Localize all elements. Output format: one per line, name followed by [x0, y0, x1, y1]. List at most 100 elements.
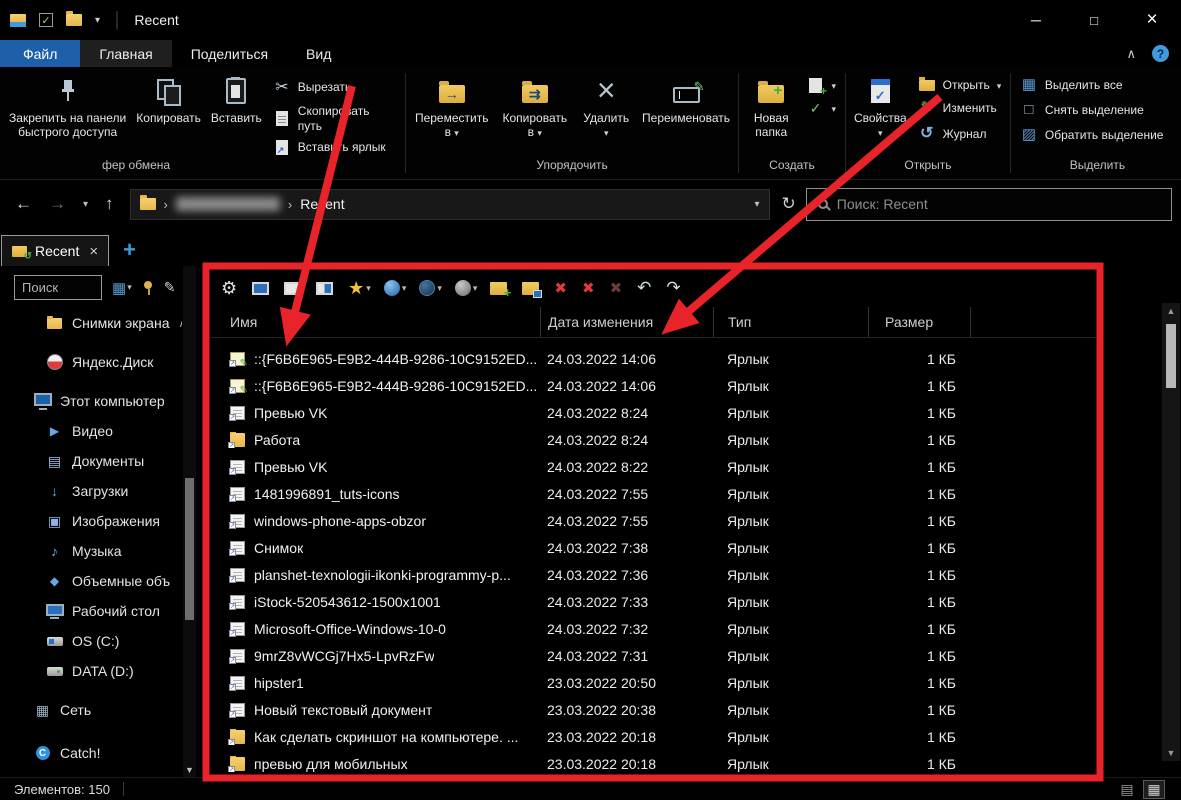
- redo-close-button[interactable]: [666, 278, 682, 298]
- view-thumbnails-button[interactable]: ▦: [1143, 779, 1165, 799]
- sidebar-item[interactable]: OS (C:): [0, 626, 182, 656]
- select-all-button[interactable]: Выделить все: [1014, 74, 1129, 96]
- tab-home[interactable]: Главная: [80, 40, 172, 67]
- globe-blue-button[interactable]: ▾: [383, 280, 406, 296]
- window-view-2-button[interactable]: [284, 281, 303, 295]
- tab-share[interactable]: Поделиться: [172, 40, 287, 67]
- sidebar-item[interactable]: Изображения: [0, 506, 182, 536]
- pin-to-quick-access-button[interactable]: Закрепить на панели быстрого доступа: [4, 72, 131, 142]
- tab-view[interactable]: Вид: [287, 40, 350, 67]
- back-icon[interactable]: ←: [15, 194, 32, 214]
- pen-button[interactable]: ✎: [164, 279, 176, 296]
- scroll-down-icon[interactable]: ▼: [1167, 745, 1176, 761]
- column-header-date[interactable]: Дата изменения: [540, 307, 713, 337]
- close-button[interactable]: ×: [1123, 0, 1181, 40]
- easy-access-button[interactable]: [800, 98, 842, 119]
- scrollbar-track[interactable]: [1162, 319, 1180, 745]
- file-row[interactable]: Превью VK 24.03.2022 8:22 Ярлык 1 КБ: [210, 453, 1097, 480]
- address-dropdown-icon[interactable]: ▾: [755, 199, 760, 210]
- breadcrumb-current[interactable]: Recent: [300, 196, 344, 212]
- history-dropdown-icon[interactable]: ▾: [83, 199, 88, 210]
- delete-button[interactable]: Удалить: [575, 72, 637, 142]
- file-row[interactable]: windows-phone-apps-obzor 24.03.2022 7:55…: [210, 507, 1097, 534]
- collapse-ribbon-icon[interactable]: ∧: [1126, 46, 1136, 62]
- history-button[interactable]: Журнал: [912, 122, 993, 145]
- column-header-size[interactable]: Размер: [868, 307, 970, 337]
- minimize-button[interactable]: ─: [1007, 0, 1065, 40]
- rename-button[interactable]: Переименовать: [637, 72, 735, 127]
- sidebar-item[interactable]: Catch!: [0, 738, 182, 768]
- paste-shortcut-button[interactable]: Вставить ярлык: [267, 138, 392, 157]
- sidebar-scrollbar-thumb[interactable]: [185, 478, 194, 620]
- edit-button[interactable]: Изменить: [912, 97, 1003, 119]
- sidebar-item[interactable]: DATA (D:): [0, 656, 182, 686]
- window-view-1-button[interactable]: [252, 281, 271, 295]
- sidebar-item[interactable]: Рабочий стол: [0, 596, 182, 626]
- sidebar-item[interactable]: Документы: [0, 446, 182, 476]
- help-icon[interactable]: ?: [1152, 45, 1169, 62]
- file-row[interactable]: Снимок 24.03.2022 7:38 Ярлык 1 КБ: [210, 534, 1097, 561]
- file-row[interactable]: 1481996891_tuts-icons 24.03.2022 7:55 Яр…: [210, 480, 1097, 507]
- properties-button[interactable]: Свойства: [849, 72, 912, 142]
- sidebar-scrollbar[interactable]: ▼: [183, 266, 196, 777]
- sidebar-item[interactable]: Загрузки: [0, 476, 182, 506]
- list-scrollbar[interactable]: ▲ ▼: [1162, 303, 1180, 761]
- file-row[interactable]: превью для мобильных 23.03.2022 20:18 Яр…: [210, 750, 1097, 777]
- new-folder-button[interactable]: Новая папка: [742, 72, 800, 142]
- file-row[interactable]: planshet-texnologii-ikonki-programmy-p..…: [210, 561, 1097, 588]
- sidebar-item[interactable]: Яндекс.Диск: [0, 347, 182, 377]
- move-to-button[interactable]: Переместить в: [409, 72, 494, 142]
- maximize-button[interactable]: □: [1065, 0, 1123, 40]
- properties-quick-icon[interactable]: ✓: [39, 13, 53, 27]
- sidebar-item[interactable]: Снимки экрана ∧: [0, 308, 182, 338]
- address-bar[interactable]: › › Recent ▾: [129, 188, 770, 220]
- open-button[interactable]: Открыть: [912, 76, 1008, 94]
- undo-close-button[interactable]: [637, 278, 653, 298]
- close-disabled-button[interactable]: [610, 279, 625, 297]
- sidebar-item[interactable]: Видео: [0, 416, 182, 446]
- new-folder-quick-icon[interactable]: [66, 11, 82, 26]
- collapse-chevron-icon[interactable]: ∧: [178, 317, 182, 330]
- file-row[interactable]: iStock-520543612-1500x1001 24.03.2022 7:…: [210, 588, 1097, 615]
- sphere-gray-button[interactable]: ▾: [454, 280, 477, 296]
- close-tabs-button[interactable]: [582, 279, 597, 297]
- tab-file[interactable]: Файл: [0, 40, 81, 67]
- new-folder-tab-button[interactable]: [490, 281, 511, 300]
- sidebar-item[interactable]: Объемные объ: [0, 566, 182, 596]
- copy-button[interactable]: Копировать: [131, 72, 206, 127]
- file-row[interactable]: 9mrZ8vWCGj7Hx5-LpvRzFw 24.03.2022 7:31 Я…: [210, 642, 1097, 669]
- sidebar-search-input[interactable]: Поиск: [14, 275, 102, 300]
- tab-close-icon[interactable]: ×: [89, 243, 98, 260]
- view-details-button[interactable]: ▤: [1116, 780, 1138, 799]
- favorites-button[interactable]: ▾: [348, 278, 371, 299]
- file-row[interactable]: hipster1 23.03.2022 20:50 Ярлык 1 КБ: [210, 669, 1097, 696]
- refresh-icon[interactable]: ↻: [782, 194, 796, 214]
- copy-to-button[interactable]: Копировать в: [494, 72, 575, 142]
- close-tab-button[interactable]: [554, 279, 569, 297]
- settings-button[interactable]: [221, 278, 239, 299]
- new-tab-button[interactable]: +: [123, 239, 136, 261]
- search-input[interactable]: Поиск: Recent: [805, 187, 1172, 221]
- sidebar-item[interactable]: Этот компьютер: [0, 386, 182, 416]
- select-none-button[interactable]: Снять выделение: [1014, 99, 1150, 121]
- file-row[interactable]: Работа 24.03.2022 8:24 Ярлык 1 КБ: [210, 426, 1097, 453]
- invert-selection-button[interactable]: Обратить выделение: [1014, 124, 1170, 146]
- column-header-type[interactable]: Тип: [713, 307, 868, 337]
- up-icon[interactable]: ↑: [105, 194, 114, 214]
- folder-window-button[interactable]: [522, 281, 543, 298]
- new-item-button[interactable]: [800, 76, 842, 98]
- file-row[interactable]: ::{F6B6E965-E9B2-444B-9286-10C9152ED... …: [210, 372, 1097, 399]
- file-row[interactable]: Как сделать скриншот на компьютере. ... …: [210, 723, 1097, 750]
- forward-icon[interactable]: →: [49, 194, 66, 214]
- view-grid-button[interactable]: ▦ ▾: [112, 279, 132, 297]
- globe-dark-button[interactable]: ▾: [419, 280, 442, 296]
- scrollbar-thumb[interactable]: [1166, 324, 1176, 388]
- copy-path-button[interactable]: Скопировать путь: [267, 102, 402, 135]
- folder-tab-recent[interactable]: Recent ×: [1, 235, 110, 266]
- pin-button[interactable]: [142, 280, 154, 295]
- file-row[interactable]: Microsoft-Office-Windows-10-0 24.03.2022…: [210, 615, 1097, 642]
- breadcrumb-redacted-segment[interactable]: [175, 197, 280, 211]
- scroll-up-icon[interactable]: ▲: [1167, 303, 1176, 319]
- sidebar-item[interactable]: Музыка: [0, 536, 182, 566]
- column-header-name[interactable]: Имя: [210, 307, 540, 337]
